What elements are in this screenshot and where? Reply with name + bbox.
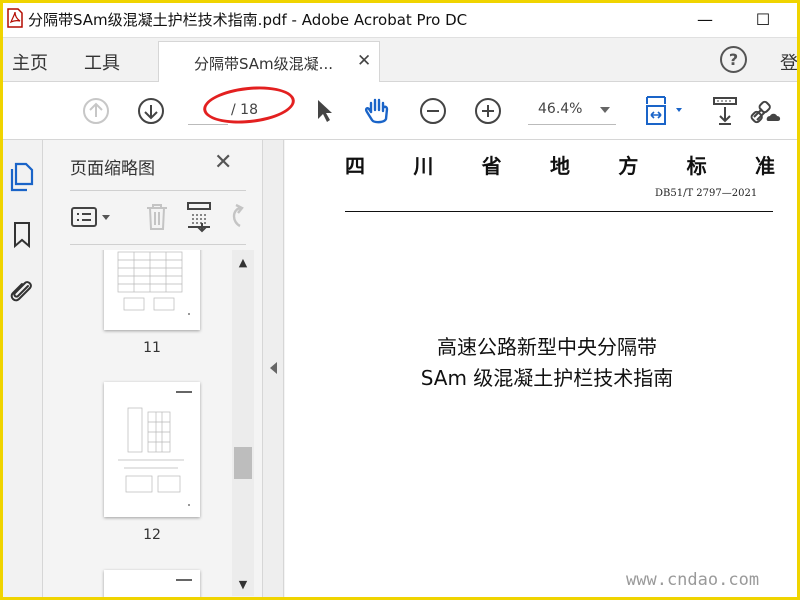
thumbnail-label: 12 [143, 527, 161, 543]
menu-tools[interactable]: 工具 [84, 49, 120, 75]
acrobat-icon [7, 8, 23, 28]
header-rule [345, 211, 773, 212]
next-page-button[interactable] [136, 96, 166, 126]
plus-circle-icon [475, 98, 501, 124]
chevron-left-icon [270, 362, 277, 374]
close-tab-icon[interactable]: ✕ [357, 51, 371, 71]
options-menu-icon [71, 207, 110, 227]
hand-tool-button[interactable] [360, 94, 396, 128]
arrow-down-circle-icon [138, 98, 164, 124]
thumbnail-list: 11 12 [44, 250, 234, 600]
header-char: 标 [686, 154, 707, 178]
page-fit-button[interactable] [642, 94, 688, 128]
header-char: 省 [481, 154, 502, 178]
link-cloud-icon [750, 100, 781, 124]
cursor-arrow-icon [318, 100, 332, 122]
signin-link[interactable]: 登 [780, 49, 798, 75]
document-tab[interactable]: 分隔带SAm级混凝... ✕ [158, 41, 380, 83]
page-thumbnails-button[interactable] [8, 162, 36, 192]
maximize-button[interactable]: ☐ [748, 6, 778, 32]
menu-bar: 主页 工具 [0, 38, 800, 82]
thumbnail-label: 11 [143, 340, 161, 356]
title-bar: 分隔带SAm级混凝土护栏技术指南.pdf - Adobe Acrobat Pro… [0, 0, 800, 38]
document-tab-label: 分隔带SAm级混凝... [194, 55, 333, 73]
scroll-mode-button[interactable] [710, 94, 740, 128]
trash-icon [147, 204, 167, 230]
page-thumbnail-11[interactable] [104, 250, 200, 330]
insert-page-icon [187, 202, 211, 233]
chevron-down-icon [600, 107, 610, 113]
scroll-up-icon[interactable]: ▲ [232, 252, 254, 272]
thumbnail-options-button[interactable] [70, 202, 114, 232]
scroll-mode-icon [713, 97, 737, 125]
divider [70, 244, 246, 245]
panel-collapse-handle[interactable] [262, 140, 284, 600]
document-title-line-2: SAm 级混凝土护栏技术指南 [420, 366, 674, 390]
paperclip-icon [10, 281, 32, 302]
zoom-in-button[interactable] [473, 96, 503, 126]
zoom-out-button[interactable] [418, 96, 448, 126]
minimize-button[interactable]: — [690, 6, 720, 32]
standard-code: DB51/T 2797—2021 [655, 188, 758, 199]
divider [70, 190, 246, 191]
header-char: 方 [618, 154, 639, 178]
standard-header: 四 川 省 地 方 标 准 [345, 150, 775, 179]
scroll-down-icon[interactable]: ▼ [232, 574, 254, 594]
hand-icon [364, 98, 389, 124]
watermark: www.cndao.com [626, 570, 760, 590]
insert-page-button[interactable] [184, 200, 214, 234]
page-preview [118, 391, 192, 506]
delete-pages-button[interactable] [142, 200, 172, 234]
zoom-select[interactable]: 46.4% [528, 95, 616, 125]
previous-page-button[interactable] [81, 96, 111, 126]
panel-title: 页面缩略图 [70, 159, 155, 179]
arrow-up-circle-icon [83, 98, 109, 124]
undo-button[interactable] [222, 200, 252, 234]
bookmark-icon [14, 222, 30, 249]
bookmarks-button[interactable] [8, 220, 36, 250]
attachments-button[interactable] [8, 276, 36, 306]
page-thumbnail-13[interactable] [104, 570, 200, 600]
close-panel-icon[interactable]: ✕ [214, 150, 232, 175]
share-link-button[interactable] [750, 94, 784, 128]
window-title: 分隔带SAm级混凝土护栏技术指南.pdf - Adobe Acrobat Pro… [28, 11, 468, 29]
zoom-value: 46.4% [538, 101, 583, 117]
page-preview [176, 579, 192, 581]
menu-home[interactable]: 主页 [12, 49, 48, 75]
help-button[interactable]: ? [720, 46, 747, 73]
left-rail [0, 140, 43, 600]
document-page: 四 川 省 地 方 标 准 DB51/T 2797—2021 高速公路新型中央分… [285, 140, 800, 600]
document-title-line-1: 高速公路新型中央分隔带 [437, 335, 657, 359]
header-char: 四 [345, 154, 365, 178]
pages-icon [10, 162, 34, 192]
minus-circle-icon [420, 98, 446, 124]
scroll-thumb[interactable] [234, 447, 252, 479]
page-thumbnail-12[interactable] [104, 382, 200, 517]
header-char: 川 [413, 154, 434, 178]
header-char: 地 [549, 154, 570, 178]
select-tool-button[interactable] [310, 96, 338, 126]
thumbnail-scrollbar[interactable]: ▲ ▼ [232, 250, 254, 596]
page-preview [117, 251, 190, 315]
fit-page-icon [646, 96, 682, 125]
header-char: 准 [754, 154, 775, 178]
undo-icon [232, 203, 244, 228]
thumbnail-panel: 页面缩略图 ✕ 11 12 ▲ ▼ [44, 140, 262, 600]
